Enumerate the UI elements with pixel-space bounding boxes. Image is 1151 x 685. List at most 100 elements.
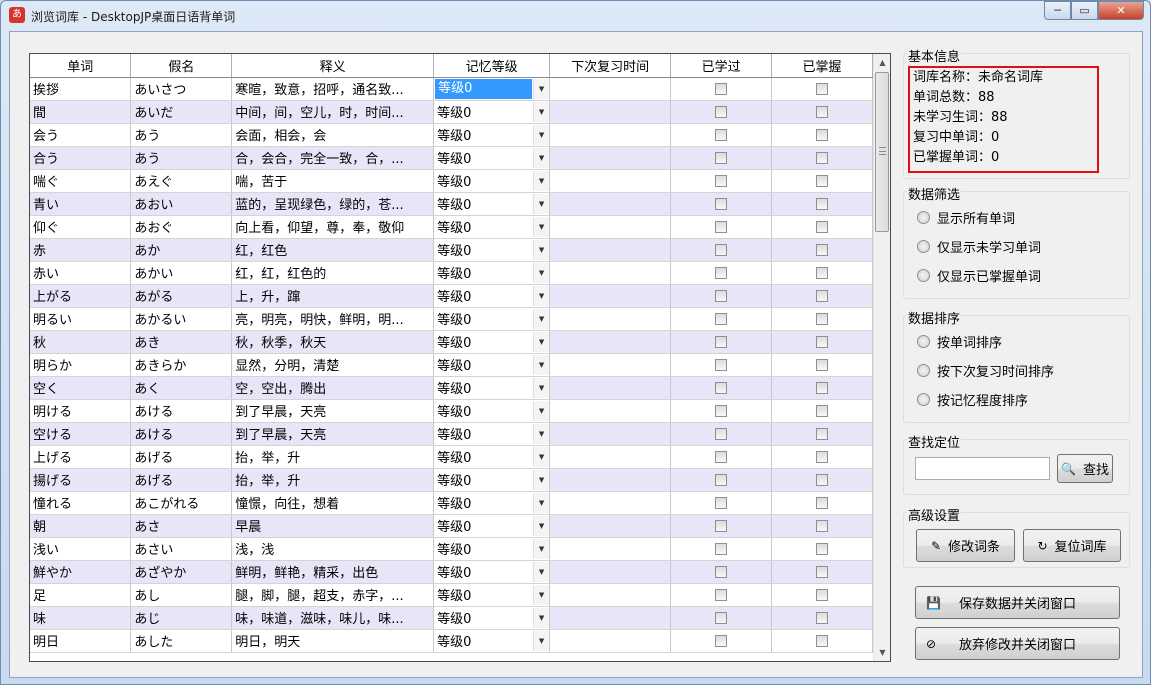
learned-checkbox[interactable] bbox=[715, 105, 728, 118]
cell-meaning[interactable]: 到了早晨，天亮 bbox=[231, 422, 435, 446]
reset-wordbook-button[interactable]: ↻ 复位词库 bbox=[1023, 529, 1121, 562]
learned-checkbox[interactable] bbox=[715, 335, 728, 348]
mastered-checkbox[interactable] bbox=[816, 174, 829, 187]
cell-level[interactable]: 等级0 ▼ bbox=[433, 422, 551, 446]
chevron-down-icon[interactable]: ▼ bbox=[533, 285, 549, 306]
cell-next-review[interactable] bbox=[549, 606, 672, 630]
cell-word[interactable]: 喘ぐ bbox=[30, 169, 132, 193]
table-row[interactable]: 仰ぐ あおぐ 向上看，仰望，尊，奉，敬仰 等级0 ▼ bbox=[30, 215, 873, 239]
sort-by-memory-radio[interactable]: 按记忆程度排序 bbox=[917, 390, 1028, 409]
learned-checkbox[interactable] bbox=[715, 128, 728, 141]
level-dropdown[interactable]: 等级0 ▼ bbox=[434, 515, 549, 537]
table-row[interactable]: 足あし 腿，脚，腿，超支，赤字，... 等级0 ▼ bbox=[30, 583, 873, 607]
discard-close-button[interactable]: ⊘ 放弃修改并关闭窗口 bbox=[915, 627, 1120, 660]
level-dropdown[interactable]: 等级0 ▼ bbox=[434, 124, 549, 146]
cell-kana[interactable]: あげる bbox=[130, 468, 233, 492]
cell-kana[interactable]: あかるい bbox=[130, 307, 233, 331]
level-dropdown[interactable]: 等级0 ▼ bbox=[434, 446, 549, 468]
cell-level[interactable]: 等级0 ▼ bbox=[433, 215, 551, 239]
level-dropdown[interactable]: 等级0 ▼ bbox=[434, 377, 549, 399]
level-dropdown[interactable]: 等级0 ▼ bbox=[434, 308, 549, 330]
learned-checkbox[interactable] bbox=[715, 381, 728, 394]
chevron-down-icon[interactable]: ▼ bbox=[533, 331, 549, 352]
cell-word[interactable]: 空ける bbox=[30, 422, 132, 446]
cell-level[interactable]: 等级0 ▼ bbox=[433, 353, 551, 377]
mastered-checkbox[interactable] bbox=[816, 335, 829, 348]
chevron-down-icon[interactable]: ▼ bbox=[533, 239, 549, 260]
cell-level[interactable]: 等级0 ▼ bbox=[433, 169, 551, 193]
chevron-down-icon[interactable]: ▼ bbox=[533, 469, 549, 490]
learned-checkbox[interactable] bbox=[715, 404, 728, 417]
level-dropdown[interactable]: 等级0 ▼ bbox=[434, 170, 549, 192]
sort-by-review-time-radio[interactable]: 按下次复习时间排序 bbox=[917, 361, 1054, 380]
cell-level[interactable]: 等级0 ▼ bbox=[433, 146, 551, 170]
table-row[interactable]: 喘ぐ あえぐ 喘，苦于 等级0 ▼ bbox=[30, 169, 873, 193]
cell-meaning[interactable]: 明日，明天 bbox=[231, 629, 435, 653]
cell-next-review[interactable] bbox=[549, 146, 672, 170]
mastered-checkbox[interactable] bbox=[816, 542, 829, 555]
table-row[interactable]: 赤い あかい 红，红，红色的 等级0 ▼ bbox=[30, 261, 873, 285]
cell-kana[interactable]: あじ bbox=[130, 606, 233, 630]
cell-next-review[interactable] bbox=[549, 77, 672, 101]
cell-next-review[interactable] bbox=[549, 261, 672, 285]
cell-kana[interactable]: あける bbox=[130, 422, 233, 446]
cell-level[interactable]: 等级0 ▼ bbox=[433, 560, 551, 584]
mastered-checkbox[interactable] bbox=[816, 634, 829, 647]
learned-checkbox[interactable] bbox=[715, 289, 728, 302]
vertical-scrollbar[interactable]: ▲ ▼ bbox=[873, 54, 890, 661]
cell-kana[interactable]: あう bbox=[130, 146, 233, 170]
table-row[interactable]: 上がる あがる 上，升，蹿 等级0 ▼ bbox=[30, 284, 873, 308]
mastered-checkbox[interactable] bbox=[816, 473, 829, 486]
mastered-checkbox[interactable] bbox=[816, 220, 829, 233]
chevron-down-icon[interactable]: ▼ bbox=[533, 124, 549, 145]
chevron-down-icon[interactable]: ▼ bbox=[533, 630, 549, 651]
cell-meaning[interactable]: 上，升，蹿 bbox=[231, 284, 435, 308]
mastered-checkbox[interactable] bbox=[816, 128, 829, 141]
cell-word[interactable]: 朝 bbox=[30, 514, 132, 538]
cell-word[interactable]: 上がる bbox=[30, 284, 132, 308]
title-bar[interactable]: あ 浏览词库 - DesktopJP桌面日语背单词 ─ ▭ ✕ bbox=[1, 1, 1150, 31]
column-header[interactable]: 已掌握 bbox=[771, 54, 873, 78]
filter-mastered-radio[interactable]: 仅显示已掌握单词 bbox=[917, 266, 1041, 285]
cell-level[interactable]: 等级0 ▼ bbox=[433, 238, 551, 262]
cell-next-review[interactable] bbox=[549, 169, 672, 193]
level-dropdown[interactable]: 等级0 ▼ bbox=[434, 354, 549, 376]
cell-kana[interactable]: あく bbox=[130, 376, 233, 400]
chevron-down-icon[interactable]: ▼ bbox=[533, 170, 549, 191]
column-header[interactable]: 释义 bbox=[231, 54, 435, 78]
mastered-checkbox[interactable] bbox=[816, 588, 829, 601]
learned-checkbox[interactable] bbox=[715, 151, 728, 164]
table-row[interactable]: 秋あき 秋，秋季，秋天 等级0 ▼ bbox=[30, 330, 873, 354]
cell-word[interactable]: 浅い bbox=[30, 537, 132, 561]
learned-checkbox[interactable] bbox=[715, 519, 728, 532]
cell-next-review[interactable] bbox=[549, 238, 672, 262]
table-row[interactable]: 会う あう 会面，相会，会 等级0 ▼ bbox=[30, 123, 873, 147]
chevron-down-icon[interactable]: ▼ bbox=[533, 561, 549, 582]
cell-next-review[interactable] bbox=[549, 307, 672, 331]
cell-word[interactable]: 空く bbox=[30, 376, 132, 400]
level-dropdown[interactable]: 等级0 ▼ bbox=[434, 584, 549, 606]
cell-kana[interactable]: あいだ bbox=[130, 100, 233, 124]
cell-meaning[interactable]: 显然，分明，清楚 bbox=[231, 353, 435, 377]
cell-meaning[interactable]: 寒暄，致意，招呼，通名致... bbox=[231, 77, 435, 101]
cell-next-review[interactable] bbox=[549, 330, 672, 354]
cell-kana[interactable]: あか bbox=[130, 238, 233, 262]
cell-meaning[interactable]: 秋，秋季，秋天 bbox=[231, 330, 435, 354]
mastered-checkbox[interactable] bbox=[816, 611, 829, 624]
table-row[interactable]: 上げる あげる 抬，举，升 等级0 ▼ bbox=[30, 445, 873, 469]
cell-meaning[interactable]: 红，红色 bbox=[231, 238, 435, 262]
learned-checkbox[interactable] bbox=[715, 358, 728, 371]
search-input[interactable] bbox=[915, 457, 1050, 480]
cell-next-review[interactable] bbox=[549, 284, 672, 308]
table-row[interactable]: 味あじ 味，味道，滋味，味儿，味... 等级0 ▼ bbox=[30, 606, 873, 630]
level-dropdown[interactable]: 等级0 ▼ bbox=[434, 147, 549, 169]
cell-word[interactable]: 味 bbox=[30, 606, 132, 630]
cell-word[interactable]: 明るい bbox=[30, 307, 132, 331]
cell-next-review[interactable] bbox=[549, 215, 672, 239]
cell-level[interactable]: 等级0 ▼ bbox=[433, 468, 551, 492]
chevron-down-icon[interactable]: ▼ bbox=[533, 216, 549, 237]
mastered-checkbox[interactable] bbox=[816, 312, 829, 325]
cell-meaning[interactable]: 喘，苦于 bbox=[231, 169, 435, 193]
learned-checkbox[interactable] bbox=[715, 634, 728, 647]
cell-kana[interactable]: あう bbox=[130, 123, 233, 147]
